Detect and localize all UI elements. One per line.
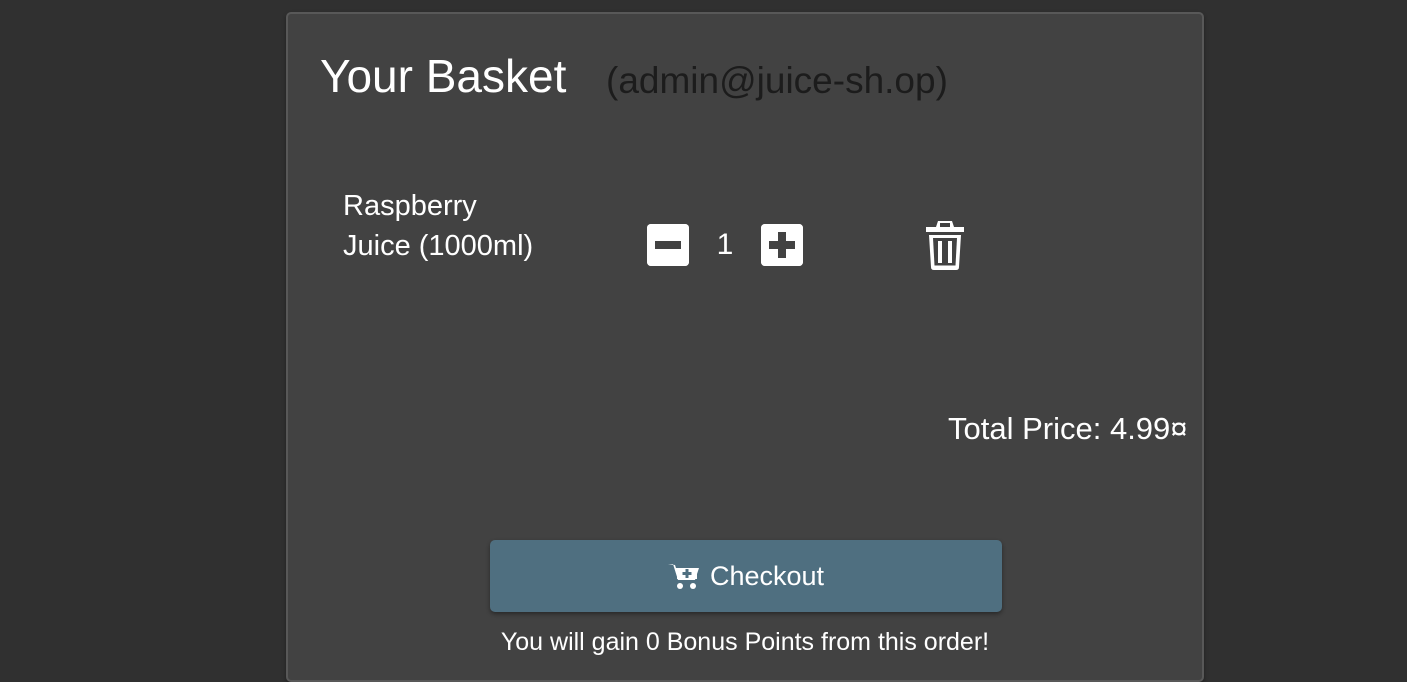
checkout-label: Checkout: [709, 561, 825, 591]
decrease-quantity-button[interactable]: [647, 224, 689, 266]
basket-user-email: (admin@juice-sh.op): [606, 60, 948, 101]
basket-title: Your Basket: [320, 50, 567, 102]
cart-plus-icon: [667, 564, 699, 589]
delete-item-button[interactable]: [922, 219, 968, 271]
bonus-points-text: You will gain 0 Bonus Points from this o…: [500, 628, 990, 656]
total-price: Total Price: 4.99¤: [948, 411, 1188, 446]
trash-icon: [926, 221, 964, 270]
basket-card: Your Basket (admin@juice-sh.op) Raspberr…: [286, 12, 1204, 682]
increase-quantity-button[interactable]: [761, 224, 803, 266]
item-quantity: 1: [716, 228, 734, 261]
minus-square-icon: [647, 224, 689, 266]
plus-square-icon: [761, 224, 803, 266]
item-name: Raspberry Juice (1000ml): [343, 190, 534, 262]
checkout-button[interactable]: Checkout: [490, 540, 1002, 612]
